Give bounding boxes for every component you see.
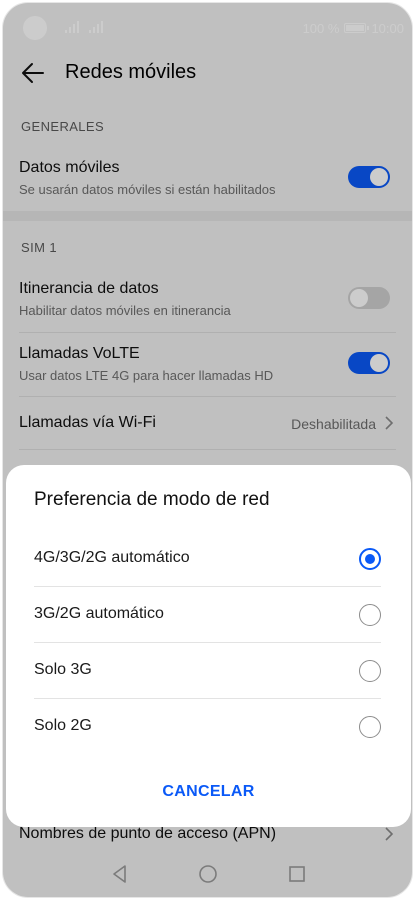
radio-unselected-icon[interactable] <box>359 660 381 682</box>
radio-unselected-icon[interactable] <box>359 604 381 626</box>
phone-screen: 100 % 10:00 Redes móviles GENERALES Dato… <box>2 2 413 898</box>
cancel-button[interactable]: CANCELAR <box>6 783 411 801</box>
option-3g-2g[interactable]: 3G/2G automático <box>6 587 411 643</box>
option-2g-only[interactable]: Solo 2G <box>6 699 411 755</box>
option-3g-only[interactable]: Solo 3G <box>6 643 411 699</box>
option-4g-3g-2g[interactable]: 4G/3G/2G automático <box>6 531 411 587</box>
option-label: Solo 2G <box>34 717 92 734</box>
option-label: Solo 3G <box>34 661 92 678</box>
network-mode-dialog: Preferencia de modo de red 4G/3G/2G auto… <box>6 465 411 827</box>
dialog-title: Preferencia de modo de red <box>34 489 270 510</box>
radio-selected-icon[interactable] <box>359 548 381 570</box>
option-label: 3G/2G automático <box>34 605 164 622</box>
radio-unselected-icon[interactable] <box>359 716 381 738</box>
option-label: 4G/3G/2G automático <box>34 549 190 566</box>
